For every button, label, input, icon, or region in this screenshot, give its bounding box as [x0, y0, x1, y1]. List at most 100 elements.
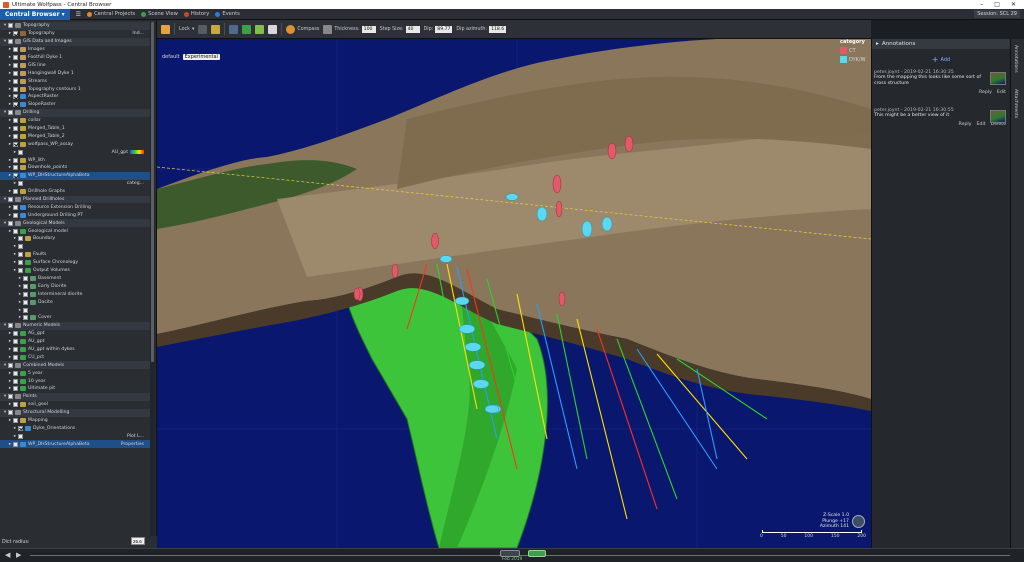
tree-item[interactable]: ▸ AG_gpt	[0, 330, 150, 338]
tree-item[interactable]: ▸ 5 year	[0, 369, 150, 377]
menu-scene-view[interactable]: Scene View	[141, 11, 178, 17]
visibility-checkbox[interactable]	[13, 62, 18, 68]
visibility-checkbox[interactable]	[13, 346, 18, 352]
visibility-checkbox[interactable]	[13, 386, 18, 392]
visibility-checkbox[interactable]	[23, 291, 28, 297]
visibility-checkbox[interactable]	[8, 410, 13, 416]
tree-item[interactable]: ▸ Drillhole Graphs	[0, 188, 150, 196]
tree-item[interactable]: ▸ Foothill Dyke 1	[0, 54, 150, 62]
tree-item-extra[interactable]: AU_gpt	[112, 150, 144, 155]
edit-button[interactable]: Edit	[997, 90, 1006, 95]
tree-item[interactable]: ▸ Early Diorite	[0, 282, 150, 290]
tab-attachments[interactable]: Attachments	[1013, 89, 1018, 118]
timeline-handle-current[interactable]	[528, 550, 546, 557]
view-mode-icon[interactable]	[198, 24, 208, 34]
maximize-icon[interactable]: □	[994, 1, 1000, 8]
visibility-checkbox[interactable]	[13, 212, 18, 218]
tree-item[interactable]: ▸ Boundary	[0, 235, 150, 243]
tree-item[interactable]: ▸ AspectRaster	[0, 93, 150, 101]
tree-item-extra[interactable]: Plot L...	[127, 434, 144, 439]
thickness-input[interactable]: 100	[361, 25, 376, 33]
scrollbar-thumb[interactable]	[151, 22, 154, 362]
tree-item[interactable]: ▸ Geological model	[0, 227, 150, 235]
central-browser-button[interactable]: Central Browser ▾	[0, 8, 70, 20]
visibility-checkbox[interactable]	[13, 354, 18, 360]
visibility-checkbox[interactable]	[13, 47, 18, 53]
tree-folder[interactable]: ▾ GIS Data and Images	[0, 37, 150, 46]
tree-item[interactable]: ▸ Topography contours 1	[0, 85, 150, 93]
visibility-checkbox[interactable]	[13, 228, 18, 234]
tree-item[interactable]: ▸ AU_gpt	[0, 148, 150, 156]
tree-item[interactable]: ▸ WP_DHStructureAlphaBeta Properties	[0, 440, 150, 449]
visibility-checkbox[interactable]	[13, 78, 18, 84]
minimize-icon[interactable]: –	[980, 1, 983, 8]
tree-item[interactable]: ▸ Dacite	[0, 298, 150, 306]
visibility-checkbox[interactable]	[23, 307, 28, 313]
tree-folder[interactable]: ▾ Drilling	[0, 108, 150, 117]
tree-item[interactable]: ▸ Cover	[0, 314, 150, 322]
visibility-checkbox[interactable]	[13, 133, 18, 139]
tree-item[interactable]: ▸ AU_gpt	[0, 338, 150, 346]
tree-folder[interactable]: ▾ Geological Models	[0, 219, 150, 228]
visibility-checkbox[interactable]	[13, 204, 18, 210]
visibility-checkbox[interactable]	[13, 165, 18, 171]
visibility-checkbox[interactable]	[8, 323, 13, 329]
tree-item[interactable]: ▸ Basement	[0, 275, 150, 283]
edit-button[interactable]: Edit	[977, 122, 986, 127]
step-size-input[interactable]: 40	[405, 25, 420, 33]
collapse-icon[interactable]: ▸	[876, 41, 879, 47]
measure-icon[interactable]	[255, 24, 265, 34]
visibility-checkbox[interactable]	[23, 275, 28, 281]
visibility-checkbox[interactable]	[23, 283, 28, 289]
visibility-checkbox[interactable]	[23, 299, 28, 305]
tree-item[interactable]: ▸ Topography Ind...	[0, 30, 150, 38]
visibility-checkbox[interactable]	[13, 31, 18, 37]
scene-viewport[interactable]: default Experimental category CT DYK/W Z…	[157, 39, 871, 548]
visibility-checkbox[interactable]	[8, 110, 13, 116]
visibility-checkbox[interactable]	[8, 39, 13, 45]
pointer-icon[interactable]	[229, 24, 239, 34]
tree-item[interactable]: ▸ WP_DHStructureAlphaBeta	[0, 171, 150, 180]
tree-item[interactable]: ▸ wolfpass_WP_assay	[0, 140, 150, 148]
tree-item[interactable]: ▸ Images	[0, 46, 150, 54]
dict-radius-input[interactable]	[131, 537, 145, 545]
visibility-checkbox[interactable]	[13, 417, 18, 423]
tree-item[interactable]: ▸ CU_pct	[0, 353, 150, 361]
tree-folder[interactable]: ▾ Topography	[0, 22, 150, 30]
visibility-checkbox[interactable]	[13, 370, 18, 376]
visibility-checkbox[interactable]	[18, 181, 23, 187]
visibility-checkbox[interactable]	[13, 86, 18, 92]
visibility-checkbox[interactable]	[18, 236, 23, 242]
timeline-track[interactable]	[30, 555, 1010, 556]
tree-item[interactable]: ▸ AU_gpt within dykes	[0, 346, 150, 354]
visibility-checkbox[interactable]	[13, 141, 18, 147]
view-compass-icon[interactable]	[852, 515, 865, 528]
visibility-checkbox[interactable]	[18, 149, 23, 155]
visibility-checkbox[interactable]	[8, 23, 13, 29]
tree-item[interactable]: ▸ Resource Extension Drilling	[0, 203, 150, 211]
visibility-checkbox[interactable]	[8, 220, 13, 226]
play-back-icon[interactable]: ◀	[5, 551, 10, 559]
dip-azimuth-input[interactable]: 118.6	[489, 25, 507, 33]
tree-item[interactable]: ▸ collar	[0, 117, 150, 125]
hamburger-icon[interactable]: ☰	[76, 11, 81, 18]
delete-button[interactable]: Delete	[991, 122, 1006, 127]
tree-item[interactable]: ▸	[0, 306, 150, 314]
visibility-checkbox[interactable]	[23, 315, 28, 321]
menu-history[interactable]: History	[183, 11, 209, 17]
tree-item[interactable]: ▸ WP_lith	[0, 156, 150, 164]
visibility-checkbox[interactable]	[13, 55, 18, 60]
tree-folder[interactable]: ▾ Points	[0, 392, 150, 401]
tree-item[interactable]: ▸ Plot L...	[0, 432, 150, 440]
tree-folder[interactable]: ▾ Combined Models	[0, 361, 150, 370]
timeline-handle[interactable]	[500, 550, 520, 557]
tree-item[interactable]: ▸ Faults	[0, 251, 150, 259]
tree-item[interactable]: ▸ Dyke_Orientations	[0, 424, 150, 432]
snap-icon[interactable]	[211, 24, 221, 34]
tree-item[interactable]: ▸ Ultimate pit	[0, 385, 150, 393]
tree-item[interactable]: ▸ Merged_Table_2	[0, 132, 150, 140]
tree-item-extra[interactable]: categ...	[127, 181, 144, 186]
close-icon[interactable]: ✕	[1011, 1, 1016, 8]
visibility-checkbox[interactable]	[13, 94, 18, 100]
visibility-checkbox[interactable]	[13, 441, 18, 447]
